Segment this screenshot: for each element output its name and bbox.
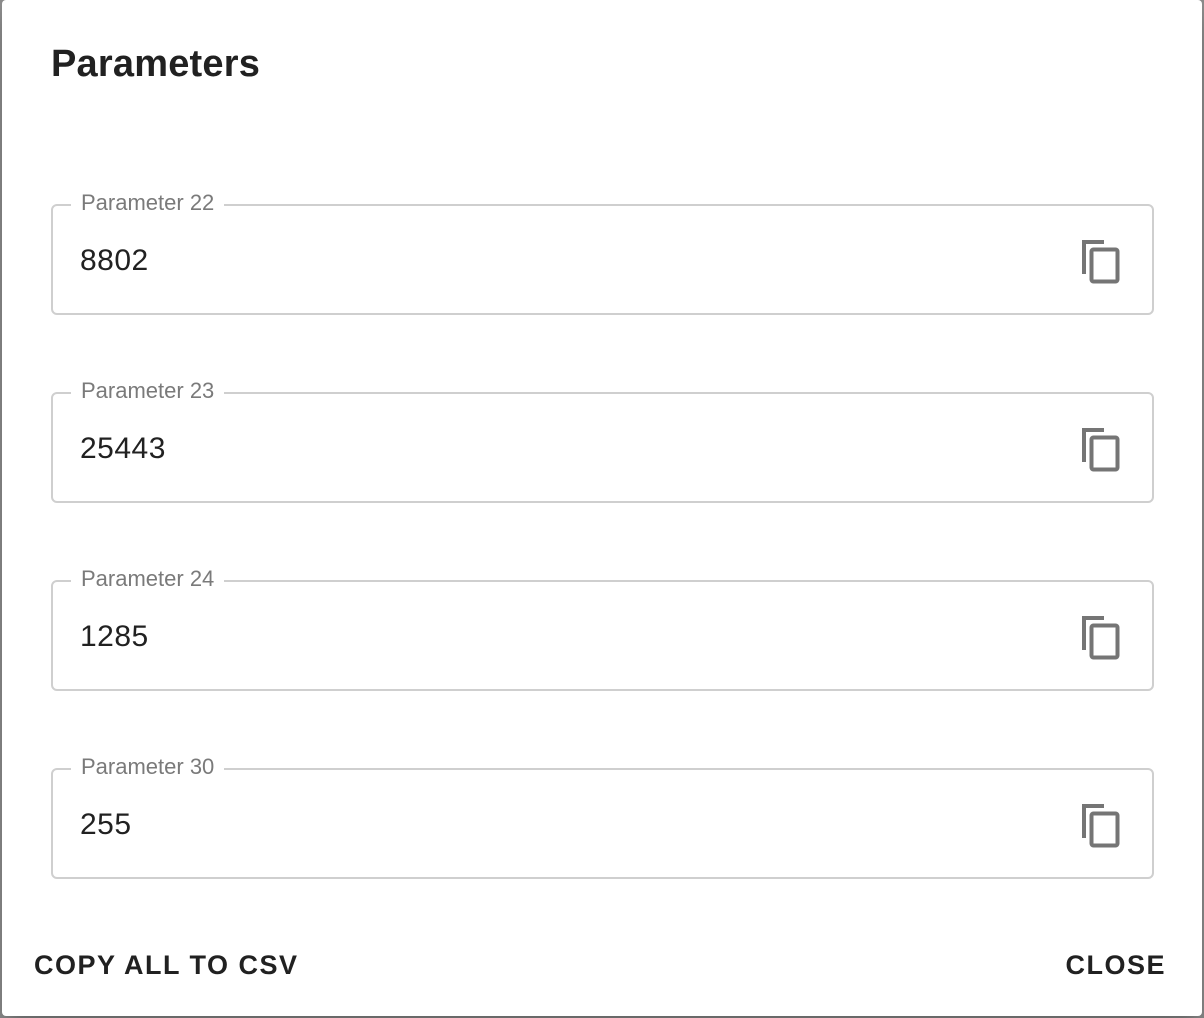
copy-icon (1079, 802, 1121, 848)
parameters-dialog: Parameters Parameter 22 Parameter 23 (2, 0, 1202, 1016)
copy-icon (1079, 614, 1121, 660)
copy-icon (1079, 426, 1121, 472)
parameter-field: Parameter 24 (51, 564, 1154, 691)
field-label: Parameter 22 (71, 188, 225, 218)
parameter-field: Parameter 22 (51, 188, 1154, 315)
parameter-value-input[interactable] (80, 612, 1040, 662)
field-label: Parameter 24 (71, 564, 225, 594)
copy-icon (1079, 238, 1121, 284)
copy-button[interactable] (1076, 424, 1124, 474)
copy-button[interactable] (1076, 236, 1124, 286)
parameter-value-input[interactable] (80, 236, 1040, 286)
parameter-fields: Parameter 22 Parameter 23 (51, 188, 1154, 956)
dialog-title: Parameters (51, 43, 261, 85)
field-label: Parameter 23 (71, 376, 225, 406)
field-label: Parameter 30 (71, 752, 225, 782)
copy-all-to-csv-button[interactable]: COPY ALL TO CSV (34, 940, 299, 990)
copy-button[interactable] (1076, 800, 1124, 850)
copy-button[interactable] (1076, 612, 1124, 662)
parameter-field: Parameter 23 (51, 376, 1154, 503)
parameter-field: Parameter 30 (51, 752, 1154, 879)
dialog-actions: COPY ALL TO CSV CLOSE (2, 940, 1202, 990)
close-button[interactable]: CLOSE (1065, 940, 1166, 990)
parameter-value-input[interactable] (80, 800, 1040, 850)
parameter-value-input[interactable] (80, 424, 1040, 474)
